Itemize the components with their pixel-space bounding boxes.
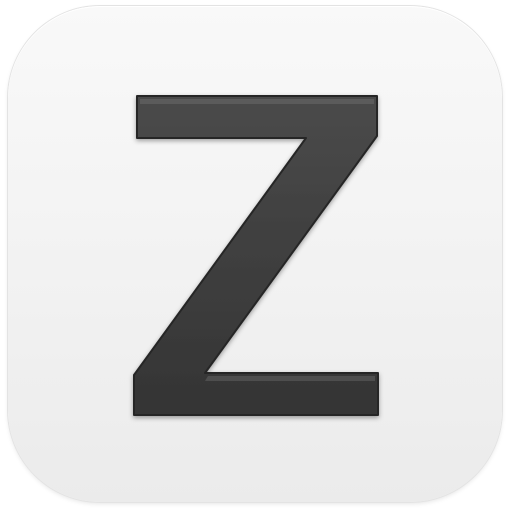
app-icon[interactable] [0, 0, 512, 512]
letter-z-icon [133, 95, 379, 416]
